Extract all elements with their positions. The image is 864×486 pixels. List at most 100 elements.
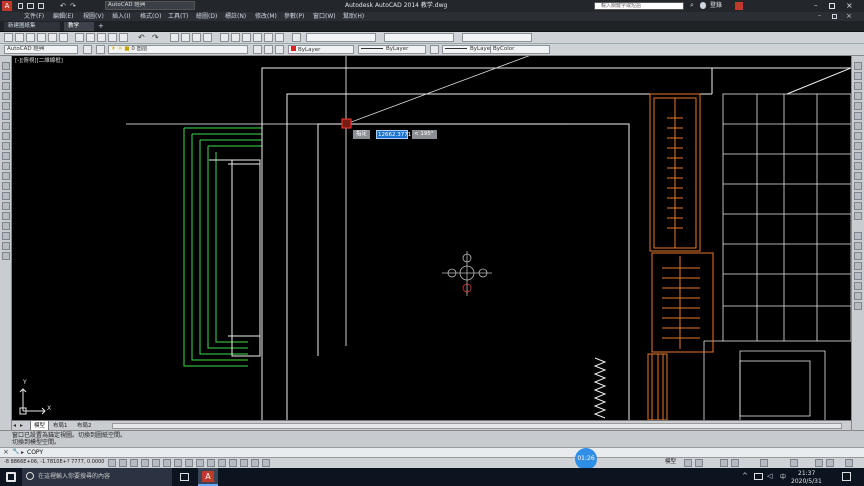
extend-tool[interactable] [854, 162, 862, 170]
make-current-button[interactable] [253, 45, 262, 54]
move-tool[interactable] [854, 112, 862, 120]
taskbar-search-box[interactable]: 在這裡輸入你要搜尋的內容 [22, 468, 172, 486]
arc-tool[interactable] [2, 112, 10, 120]
new-button[interactable] [4, 33, 13, 42]
rectangle-tool[interactable] [2, 102, 10, 110]
insert-block-tool[interactable] [2, 172, 10, 180]
undo-button-icon[interactable]: ↶ [138, 33, 145, 42]
show-hidden-icons-icon[interactable]: ^ [742, 472, 748, 480]
block-editor-button[interactable] [119, 33, 128, 42]
join-tool[interactable] [854, 182, 862, 190]
osnap-endpoint-tool[interactable] [854, 232, 862, 240]
doc-restore-icon[interactable] [832, 14, 837, 19]
command-input-text[interactable]: COPY [27, 450, 43, 456]
workspace-dropdown[interactable]: AutoCAD 經典 [105, 1, 195, 10]
command-line[interactable]: × 🔧 ▸ COPY [0, 447, 864, 458]
open-file-icon[interactable] [27, 3, 34, 9]
model-space-label[interactable]: 模型 [665, 459, 676, 466]
tab-first-icon[interactable]: ◂ [13, 422, 16, 429]
design-center-button[interactable] [231, 33, 240, 42]
mirror-tool[interactable] [854, 82, 862, 90]
plot-button[interactable] [37, 33, 46, 42]
plotstyle-dropdown[interactable]: ByColor [490, 45, 550, 54]
toolbar-lock-button[interactable] [790, 459, 798, 467]
menu-help[interactable]: 幫助(H) [343, 13, 364, 20]
dynamic-input-distance[interactable]: 12662.3771 [376, 130, 411, 139]
array-tool[interactable] [854, 102, 862, 110]
ellipse-tool[interactable] [2, 152, 10, 160]
snap-toggle[interactable] [119, 459, 127, 467]
drawing-canvas[interactable]: [-][俯視][二維線框] Y X 指定 12662.3771 < 195° [12, 56, 851, 420]
ortho-toggle[interactable] [141, 459, 149, 467]
clean-screen-button[interactable] [845, 459, 853, 467]
search-icon[interactable]: ⌕ [690, 1, 694, 10]
menu-view[interactable]: 視圖(V) [83, 13, 104, 20]
redo-icon[interactable]: ↷ [70, 2, 76, 10]
workspace-switch-button[interactable] [760, 459, 768, 467]
menu-tools[interactable]: 工具(T) [168, 13, 188, 20]
menu-modify[interactable]: 修改(M) [255, 13, 277, 20]
notification-icon[interactable] [842, 472, 851, 481]
line-tool[interactable] [2, 62, 10, 70]
taskbar-date[interactable]: 2020/5/31 [791, 479, 822, 485]
close-icon[interactable]: × [846, 1, 853, 10]
dyn-toggle[interactable] [207, 459, 215, 467]
sheet-set-button[interactable] [253, 33, 262, 42]
layer-properties-button[interactable] [96, 45, 105, 54]
stretch-tool[interactable] [854, 142, 862, 150]
annotation-scale-button[interactable] [720, 459, 728, 467]
annotation-visibility-button[interactable] [731, 459, 739, 467]
spline-tool[interactable] [2, 142, 10, 150]
file-tab-sheetset[interactable]: 新建圖紙集 [4, 22, 60, 31]
sign-in-label[interactable]: 登錄 [710, 3, 722, 9]
workspace-select[interactable]: AutoCAD 經典 [4, 45, 78, 54]
trim-tool[interactable] [854, 152, 862, 160]
menu-dimension[interactable]: 標註(N) [225, 13, 246, 20]
match-properties-button[interactable] [108, 33, 117, 42]
qp-toggle[interactable] [240, 459, 248, 467]
markup-button[interactable] [264, 33, 273, 42]
copy-tool[interactable] [854, 72, 862, 80]
zoom-realtime-button[interactable] [181, 33, 190, 42]
quickcalc-button[interactable] [275, 33, 284, 42]
help-button[interactable] [292, 33, 301, 42]
layer-iso-button[interactable] [275, 45, 284, 54]
osnap-center-tool[interactable] [854, 262, 862, 270]
polyline-tool[interactable] [2, 82, 10, 90]
menu-insert[interactable]: 插入(I) [112, 13, 130, 20]
construction-line-tool[interactable] [2, 72, 10, 80]
command-wrench-icon[interactable]: 🔧 [12, 448, 19, 455]
input-method-icon[interactable]: 中 [780, 472, 786, 481]
autocad-taskbar-app[interactable]: A [198, 468, 218, 486]
cut-button[interactable] [75, 33, 84, 42]
menu-edit[interactable]: 編輯(E) [53, 13, 73, 20]
redo-button-icon[interactable]: ↷ [152, 33, 159, 42]
osnap-tangent-tool[interactable] [854, 282, 862, 290]
linetype-dropdown[interactable]: ByLayer [358, 45, 426, 54]
undo-icon[interactable]: ↶ [60, 2, 66, 10]
network-icon[interactable] [754, 473, 763, 480]
sc-toggle[interactable] [251, 459, 259, 467]
publish-button[interactable] [59, 33, 68, 42]
ellipse-arc-tool[interactable] [2, 162, 10, 170]
minimize-icon[interactable]: – [814, 1, 818, 9]
doc-close-icon[interactable]: × [846, 12, 852, 20]
osnap-midpoint-tool[interactable] [854, 242, 862, 250]
quick-view-layouts-button[interactable] [684, 459, 692, 467]
horizontal-scrollbar[interactable] [112, 423, 842, 429]
file-tab-active[interactable]: 教学 [64, 22, 94, 31]
ducs-toggle[interactable] [196, 459, 204, 467]
table-style-dropdown[interactable] [462, 33, 532, 42]
save-icon[interactable] [38, 3, 44, 9]
quick-view-drawings-button[interactable] [695, 459, 703, 467]
otrack-toggle[interactable] [185, 459, 193, 467]
exchange-icon[interactable] [735, 2, 743, 10]
hatch-tool[interactable] [2, 202, 10, 210]
dynamic-input-angle[interactable]: < 195° [412, 130, 437, 139]
menu-parametric[interactable]: 參數(P) [284, 13, 304, 20]
osnap-nearest-tool[interactable] [854, 302, 862, 310]
region-tool[interactable] [2, 222, 10, 230]
paste-button[interactable] [97, 33, 106, 42]
table-tool[interactable] [2, 232, 10, 240]
revcloud-tool[interactable] [2, 132, 10, 140]
